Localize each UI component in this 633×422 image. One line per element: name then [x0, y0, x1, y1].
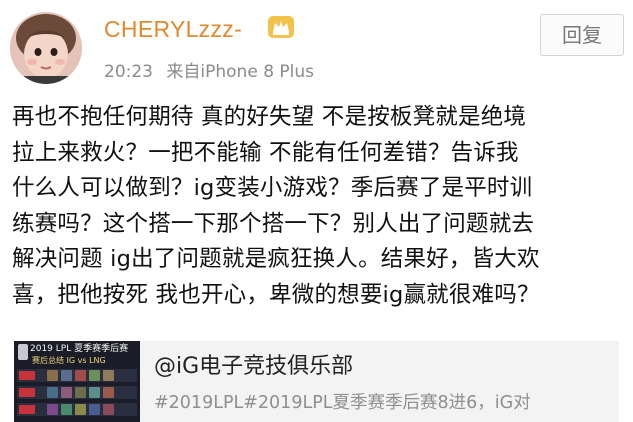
thumbnail-row: [17, 386, 137, 399]
thumbnail-title: 2019 LPL 夏季赛季后赛: [30, 344, 129, 354]
avatar-image: [10, 12, 82, 84]
post-source: 来自iPhone 8 Plus: [166, 62, 315, 82]
post-line: 再也不抱任何期待 真的好失望 不是按板凳就是绝境: [12, 104, 527, 130]
post-line: 练赛吗？这个搭一下那个搭一下？别人出了问题就去: [12, 210, 535, 237]
username[interactable]: CHERYLzzz-: [104, 16, 242, 43]
avatar[interactable]: [10, 12, 82, 84]
post-line: 拉上来救火？一把不能输 不能有任何差错？告诉我: [12, 139, 519, 166]
lpl-logo-icon: [18, 344, 28, 360]
thumbnail-row: [17, 403, 137, 416]
shared-post-title[interactable]: @iG电子竞技俱乐部: [154, 348, 353, 380]
post-body: 再也不抱任何期待 真的好失望 不是按板凳就是绝境 拉上来救火？一把不能输 不能有…: [12, 100, 624, 313]
crown-badge-icon[interactable]: [266, 14, 296, 40]
post-line: 解决问题 ig出了问题就是疯狂换人。结果好，皆大欢: [12, 246, 540, 272]
shared-post-card[interactable]: 2019 LPL 夏季赛季后赛 赛后总结 IG vs LNG @iG电子竞技俱乐…: [14, 341, 619, 422]
thumbnail-subtitle: 赛后总结 IG vs LNG: [32, 356, 106, 365]
reply-button[interactable]: 回复: [540, 14, 624, 56]
shared-post-description: #2019LPL#2019LPL夏季赛季后赛8进6，iG对: [154, 393, 531, 413]
shared-post-thumbnail[interactable]: 2019 LPL 夏季赛季后赛 赛后总结 IG vs LNG: [14, 341, 140, 422]
post-meta: 20:23 来自iPhone 8 Plus: [104, 57, 314, 82]
post-line: 喜，把他按死 我也开心，卑微的想要ig赢就很难吗？: [12, 281, 540, 308]
post-time: 20:23: [104, 62, 153, 82]
post-line: 什么人可以做到？ig变装小游戏？季后赛了是平时训: [12, 175, 533, 201]
thumbnail-row: [17, 369, 137, 382]
